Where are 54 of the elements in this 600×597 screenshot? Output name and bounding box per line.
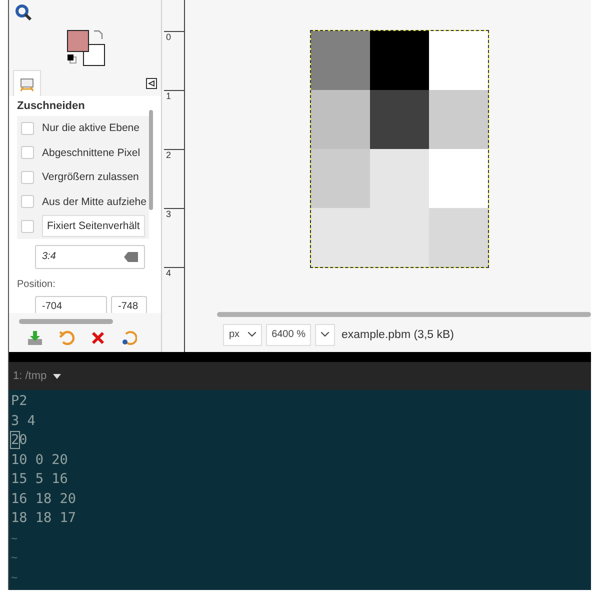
code-line: 3 4: [11, 412, 36, 430]
aspect-dropdown[interactable]: Fixiert Seitenverhält: [42, 215, 145, 238]
zoom-dropdown[interactable]: [315, 324, 336, 346]
scrollbar[interactable]: [19, 319, 113, 324]
close-icon[interactable]: [91, 331, 105, 345]
ruler-label: 4: [164, 267, 184, 278]
clear-icon[interactable]: [124, 252, 138, 262]
panel-menu-icon[interactable]: [146, 78, 157, 88]
checkbox[interactable]: [21, 122, 34, 135]
checkbox[interactable]: [21, 146, 34, 160]
swap-icon[interactable]: [93, 30, 103, 40]
option-label: Vergrößern zulassen: [42, 171, 139, 184]
code-line: P2: [11, 392, 28, 411]
easel-icon: [19, 76, 35, 92]
ruler-label: 1: [164, 90, 184, 101]
background-color-swatch[interactable]: [83, 44, 105, 66]
option-label: Nur die aktive Ebene: [42, 122, 140, 134]
foreground-color-swatch[interactable]: [67, 30, 89, 52]
scrollbar[interactable]: [217, 312, 591, 317]
empty-line-marker: ~: [11, 550, 18, 566]
tool-options-tab[interactable]: [13, 70, 41, 96]
checkbox[interactable]: [21, 220, 34, 233]
position-label: Position:: [17, 278, 56, 290]
ratio-field[interactable]: 3:4: [35, 244, 145, 268]
chevron-down-icon: [248, 332, 256, 337]
zoom-field[interactable]: 6400 %: [266, 324, 312, 346]
save-icon[interactable]: [27, 330, 43, 346]
caret-icon: [52, 374, 61, 378]
empty-line-marker: ~: [11, 570, 18, 586]
empty-line-marker: ~: [11, 530, 18, 546]
ruler-label: 0: [164, 31, 184, 42]
search-icon[interactable]: [15, 4, 33, 22]
ruler-label: 3: [164, 208, 184, 219]
code-line: 10 0 20: [11, 450, 68, 470]
unit-dropdown[interactable]: px: [223, 324, 262, 346]
code-line: 18 18 17: [11, 509, 76, 528]
ruler-label: 2: [164, 149, 184, 160]
code-line: 15 5 16: [11, 470, 68, 489]
reset-colors-icon[interactable]: [67, 54, 77, 64]
option-label: Abgeschnittene Pixel: [42, 146, 140, 159]
chevron-down-icon: [321, 332, 330, 337]
undo-icon[interactable]: [59, 330, 75, 346]
checkbox[interactable]: [21, 170, 34, 184]
scrollbar[interactable]: [149, 110, 153, 210]
position-field[interactable]: -748: [111, 296, 147, 313]
checkbox[interactable]: [21, 195, 34, 208]
position-field[interactable]: -704: [35, 296, 107, 313]
code-line: 16 18 20: [11, 490, 76, 508]
terminal-tab[interactable]: 1: /tmp: [13, 370, 61, 382]
file-info: example.pbm (3,5 kB): [341, 328, 454, 340]
tool-title: Zuschneiden: [17, 100, 86, 112]
option-label: Aus der Mitte aufziehe: [42, 196, 146, 208]
reset-icon[interactable]: [121, 330, 137, 346]
code-line: 20: [11, 431, 28, 450]
